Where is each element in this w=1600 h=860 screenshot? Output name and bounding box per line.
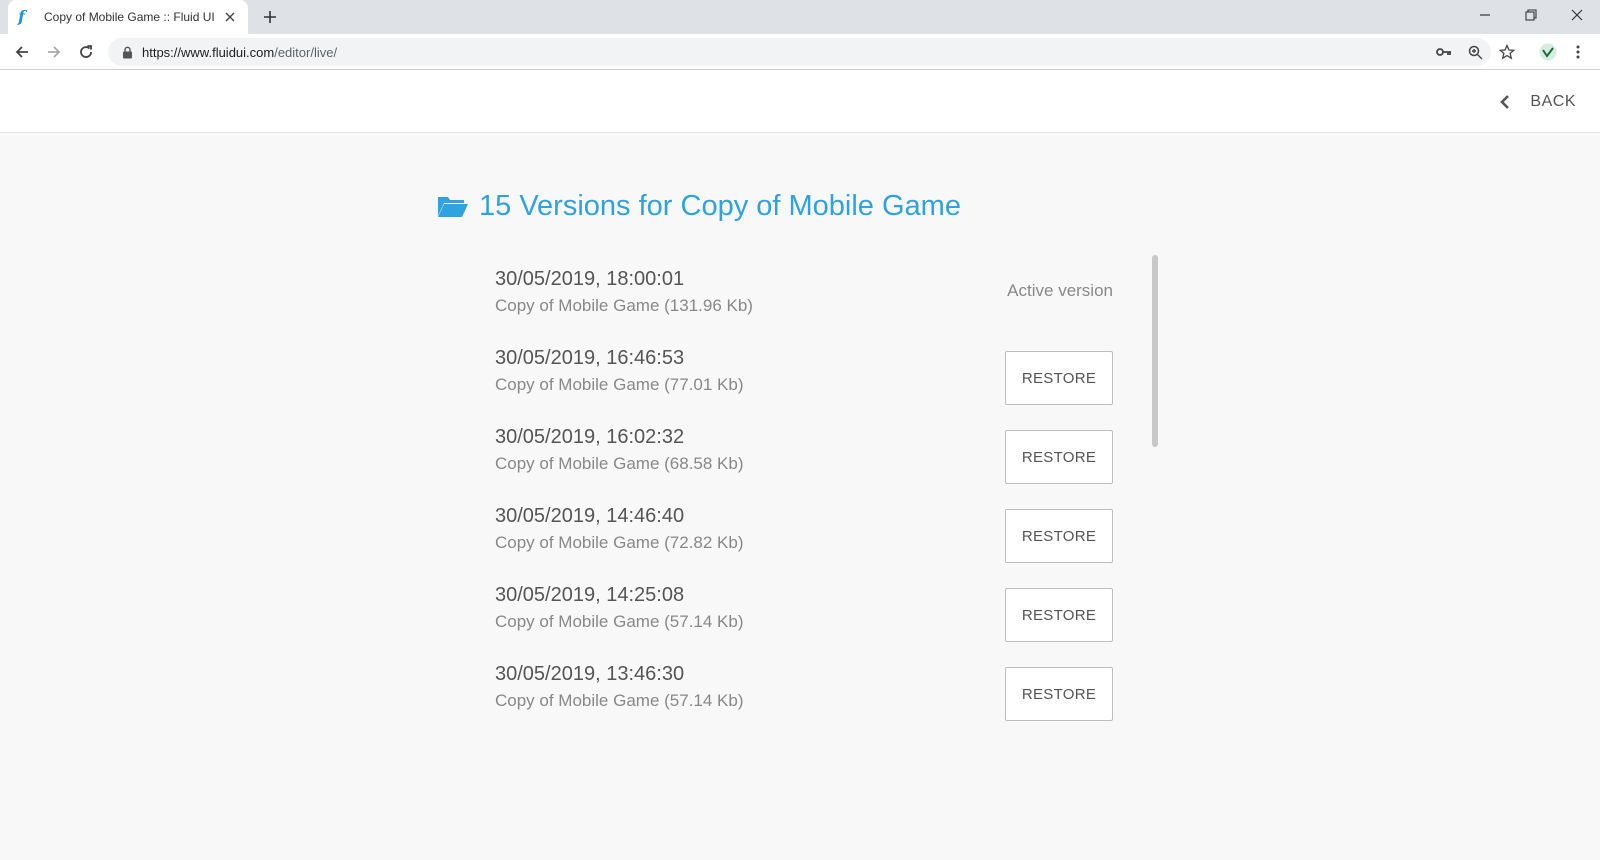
browser-toolbar: https://www.fluidui.com/editor/live/ <box>0 34 1600 70</box>
url-path: /editor/live/ <box>274 44 338 60</box>
address-bar[interactable]: https://www.fluidui.com/editor/live/ <box>108 38 1491 66</box>
fluidui-favicon-icon: f <box>18 7 25 26</box>
reload-icon[interactable] <box>74 40 98 64</box>
version-meta: Copy of Mobile Game (77.01 Kb) <box>495 375 744 394</box>
version-meta: Copy of Mobile Game (68.58 Kb) <box>495 454 744 473</box>
bookmark-star-icon[interactable] <box>1495 40 1519 64</box>
restore-button[interactable]: RESTORE <box>1005 351 1113 405</box>
active-version-label: Active version <box>1007 281 1113 300</box>
tab-title: Copy of Mobile Game :: Fluid UI <box>44 10 215 24</box>
versions-heading: 15 Versions for Copy of Mobile Game <box>479 189 961 222</box>
version-meta: Copy of Mobile Game (72.82 Kb) <box>495 533 744 552</box>
minimize-icon[interactable] <box>1462 0 1508 30</box>
url-text: https://www.fluidui.com/editor/live/ <box>142 45 337 60</box>
back-button[interactable]: BACK <box>1500 90 1576 114</box>
forward-arrow-icon[interactable] <box>42 40 66 64</box>
restore-button[interactable]: RESTORE <box>1005 509 1113 563</box>
version-meta: Copy of Mobile Game (57.14 Kb) <box>495 691 744 710</box>
version-row: 30/05/2019, 16:02:32 Copy of Mobile Game… <box>495 426 1113 505</box>
zoom-icon[interactable] <box>1463 40 1487 64</box>
version-meta: Copy of Mobile Game (57.14 Kb) <box>495 612 744 631</box>
browser-tab[interactable]: f Copy of Mobile Game :: Fluid UI <box>8 0 248 34</box>
browser-menu-icon[interactable] <box>1566 40 1590 64</box>
back-arrow-icon[interactable] <box>10 40 34 64</box>
app-header: BACK <box>0 70 1600 133</box>
version-row: 30/05/2019, 14:46:40 Copy of Mobile Game… <box>495 505 1113 584</box>
close-window-icon[interactable] <box>1554 0 1600 30</box>
version-meta: Copy of Mobile Game (131.96 Kb) <box>495 296 753 315</box>
restore-button[interactable]: RESTORE <box>1005 588 1113 642</box>
lock-icon <box>120 45 134 59</box>
version-timestamp: 30/05/2019, 14:46:40 <box>495 505 685 527</box>
restore-button[interactable]: RESTORE <box>1005 667 1113 721</box>
versions-list: 30/05/2019, 18:00:01 Copy of Mobile Game… <box>495 268 1113 742</box>
version-timestamp: 30/05/2019, 13:46:30 <box>495 663 685 685</box>
version-row: 30/05/2019, 14:25:08 Copy of Mobile Game… <box>495 584 1113 663</box>
version-timestamp: 30/05/2019, 16:02:32 <box>495 426 685 448</box>
version-row: 30/05/2019, 13:46:30 Copy of Mobile Game… <box>495 663 1113 742</box>
version-timestamp: 30/05/2019, 16:46:53 <box>495 347 685 369</box>
version-timestamp: 30/05/2019, 18:00:01 <box>495 268 685 290</box>
restore-button[interactable]: RESTORE <box>1005 430 1113 484</box>
new-tab-icon[interactable] <box>258 7 282 27</box>
restore-window-icon[interactable] <box>1508 0 1554 30</box>
version-row: 30/05/2019, 16:46:53 Copy of Mobile Game… <box>495 347 1113 426</box>
back-button-label: BACK <box>1530 93 1576 110</box>
profile-avatar-icon[interactable] <box>1536 40 1560 64</box>
chevron-left-icon <box>1500 93 1514 111</box>
versions-scrollbar[interactable] <box>1152 255 1158 447</box>
url-host: https://www.fluidui.com <box>142 44 275 60</box>
version-row: 30/05/2019, 18:00:01 Copy of Mobile Game… <box>495 268 1113 347</box>
version-timestamp: 30/05/2019, 14:25:08 <box>495 584 685 606</box>
key-icon[interactable] <box>1432 40 1456 64</box>
page-title: 15 Versions for Copy of Mobile Game <box>437 186 961 226</box>
browser-tabstrip: f Copy of Mobile Game :: Fluid UI <box>0 0 1600 34</box>
folder-open-icon <box>437 193 469 219</box>
tab-close-icon[interactable] <box>222 9 238 25</box>
